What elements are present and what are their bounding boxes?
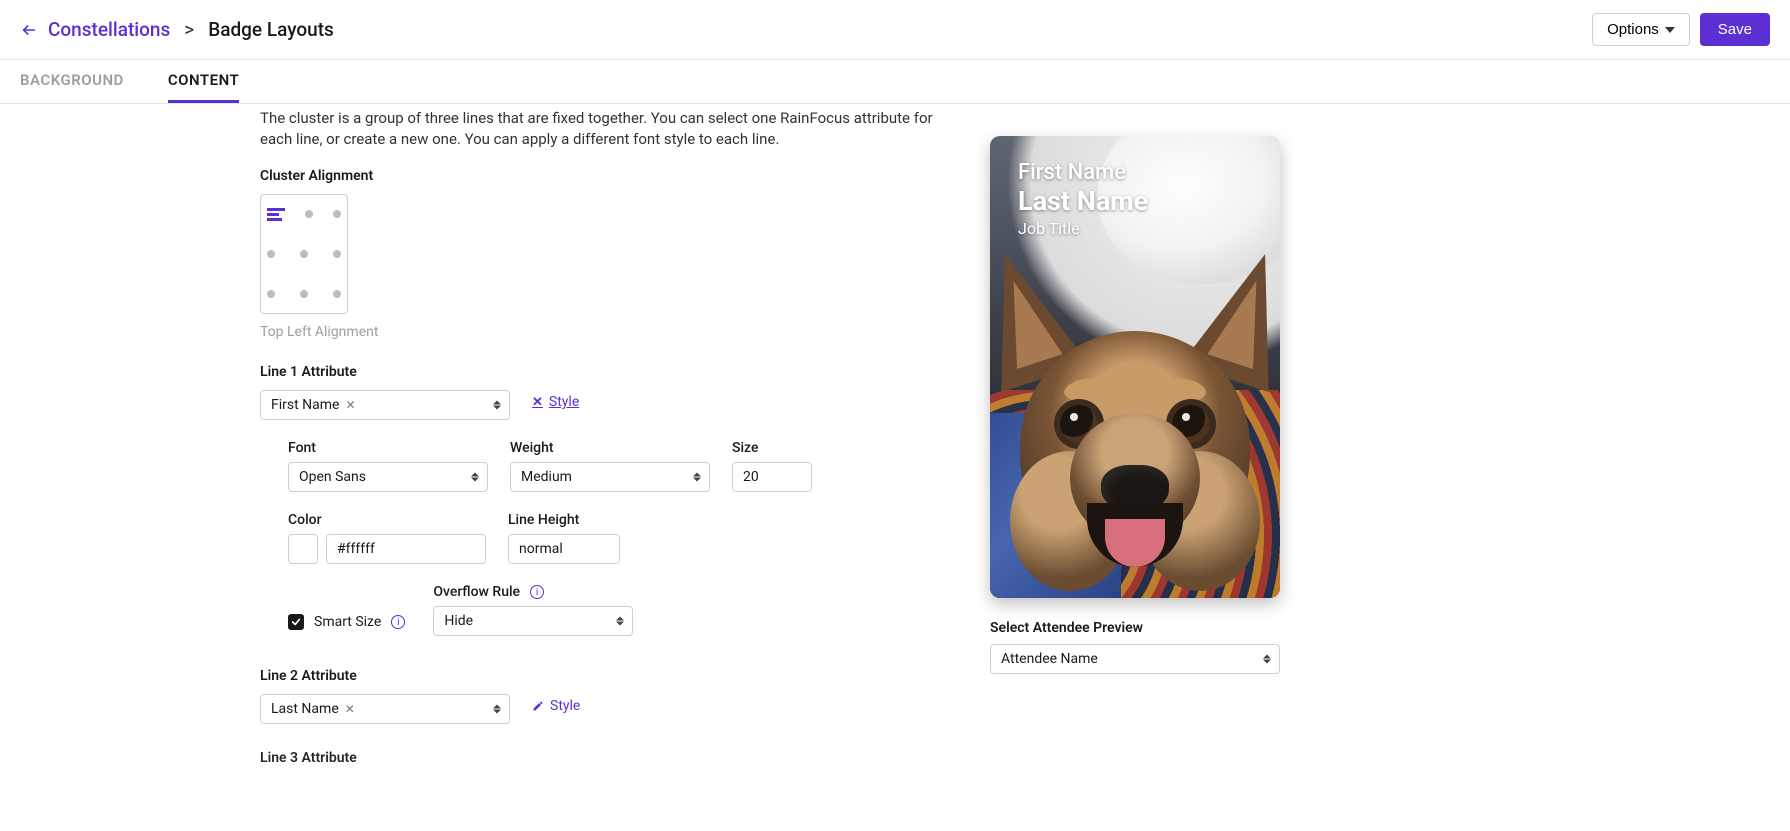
line-height-value: normal	[519, 541, 563, 557]
caret-down-icon	[1665, 27, 1675, 33]
color-value: #ffffff	[337, 541, 375, 557]
alignment-grid[interactable]	[260, 194, 348, 314]
line1-attribute-clear-icon[interactable]: ✕	[345, 398, 355, 412]
tab-content[interactable]: CONTENT	[168, 60, 239, 103]
preview-line1: First Name	[1018, 160, 1148, 185]
line2-attribute-clear-icon[interactable]: ✕	[345, 702, 355, 716]
preview-line3: Job Title	[1018, 219, 1148, 238]
size-value: 20	[743, 469, 759, 485]
attendee-preview-select[interactable]: Attendee Name	[990, 644, 1280, 674]
line2-attribute-select[interactable]: Last Name ✕	[260, 694, 510, 724]
cluster-alignment-label: Cluster Alignment	[260, 168, 950, 184]
smart-size-checkbox[interactable]	[288, 614, 304, 630]
breadcrumb-current: Badge Layouts	[208, 18, 334, 41]
line2-attribute-value: Last Name	[271, 701, 339, 717]
info-icon[interactable]: i	[530, 585, 544, 599]
alignment-caption: Top Left Alignment	[260, 324, 950, 340]
font-value: Open Sans	[299, 469, 366, 485]
overflow-rule-label: Overflow Rule	[433, 584, 520, 600]
preview-line2: Last Name	[1018, 185, 1148, 217]
align-middle-right[interactable]	[333, 250, 341, 258]
size-label: Size	[732, 440, 812, 456]
line1-style-link-label: Style	[549, 394, 579, 410]
line1-attribute-value: First Name	[271, 397, 339, 413]
align-bottom-center[interactable]	[300, 290, 308, 298]
tabs: BACKGROUND CONTENT	[0, 60, 1790, 104]
align-bottom-left[interactable]	[267, 290, 275, 298]
options-button[interactable]: Options	[1592, 13, 1690, 46]
line-height-label: Line Height	[508, 512, 620, 528]
breadcrumb-separator: >	[184, 18, 194, 41]
line2-style-link-label: Style	[550, 698, 580, 714]
smart-size-label: Smart Size	[314, 614, 381, 630]
align-middle-left[interactable]	[267, 250, 275, 258]
line3-attribute-label: Line 3 Attribute	[260, 750, 950, 766]
line-height-input[interactable]: normal	[508, 534, 620, 564]
info-icon[interactable]: i	[391, 615, 405, 629]
tab-background[interactable]: BACKGROUND	[20, 60, 124, 103]
font-label: Font	[288, 440, 488, 456]
line2-style-link[interactable]: Style	[532, 698, 580, 714]
close-style-icon[interactable]: ✕	[532, 395, 543, 410]
color-input[interactable]: #ffffff	[326, 534, 486, 564]
line1-attribute-select[interactable]: First Name ✕	[260, 390, 510, 420]
options-button-label: Options	[1607, 21, 1659, 38]
align-top-right[interactable]	[333, 210, 341, 218]
align-bottom-right[interactable]	[333, 290, 341, 298]
size-input[interactable]: 20	[732, 462, 812, 492]
pencil-icon	[532, 700, 544, 712]
back-arrow-icon[interactable]	[20, 21, 38, 39]
weight-select[interactable]: Medium	[510, 462, 710, 492]
weight-value: Medium	[521, 469, 572, 485]
align-middle-center[interactable]	[300, 250, 308, 258]
attendee-preview-label: Select Attendee Preview	[990, 620, 1330, 636]
color-swatch[interactable]	[288, 534, 318, 564]
color-label: Color	[288, 512, 486, 528]
cluster-description: The cluster is a group of three lines th…	[260, 108, 950, 150]
font-select[interactable]: Open Sans	[288, 462, 488, 492]
overflow-rule-value: Hide	[444, 613, 473, 629]
align-top-left-icon[interactable]	[267, 208, 285, 221]
line1-style-link[interactable]: ✕ Style	[532, 394, 579, 410]
save-button[interactable]: Save	[1700, 13, 1770, 46]
overflow-rule-select[interactable]: Hide	[433, 606, 633, 636]
weight-label: Weight	[510, 440, 710, 456]
line1-attribute-label: Line 1 Attribute	[260, 364, 950, 380]
line2-attribute-label: Line 2 Attribute	[260, 668, 950, 684]
badge-preview: First Name Last Name Job Title	[990, 136, 1280, 598]
attendee-preview-value: Attendee Name	[1001, 651, 1098, 667]
align-top-center[interactable]	[305, 210, 313, 218]
breadcrumb-link-constellations[interactable]: Constellations	[48, 18, 170, 41]
